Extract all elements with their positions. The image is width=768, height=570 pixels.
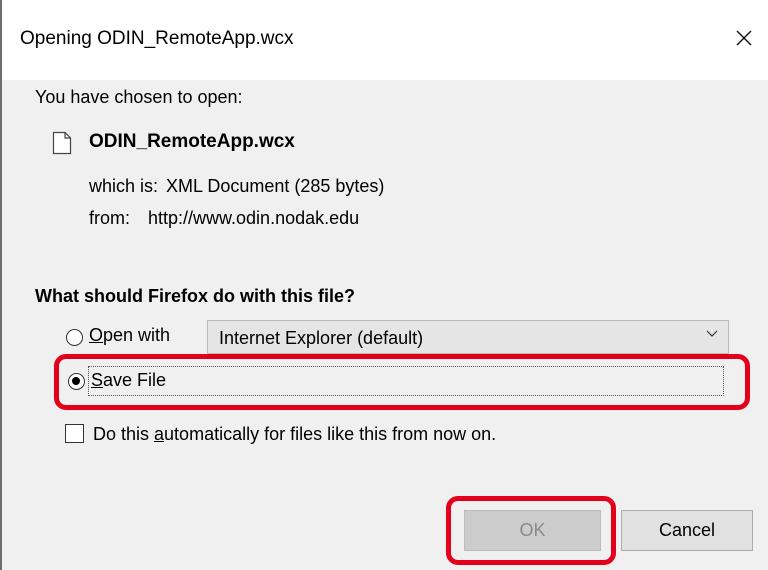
auto-checkbox[interactable] (65, 424, 84, 443)
download-dialog: Opening ODIN_RemoteApp.wcx You have chos… (0, 0, 768, 570)
auto-label-after: utomatically for files like this from no… (164, 424, 497, 444)
dialog-title: Opening ODIN_RemoteApp.wcx (20, 28, 294, 49)
save-file-radio[interactable] (68, 373, 85, 390)
auto-checkbox-label[interactable]: Do this automatically for files like thi… (93, 424, 496, 445)
open-with-label[interactable]: Open with (89, 325, 170, 346)
close-icon (736, 30, 752, 46)
action-question: What should Firefox do with this file? (35, 286, 355, 306)
save-file-label-text: ave File (103, 370, 167, 390)
file-source-url: http://www.odin.nodak.edu (148, 208, 360, 228)
open-with-radio[interactable] (66, 329, 83, 346)
intro-text: You have chosen to open: (35, 87, 243, 107)
save-file-option[interactable] (88, 366, 724, 396)
auto-accesskey: a (154, 424, 165, 444)
file-type-label: which is: (89, 176, 159, 196)
open-with-label-text: pen with (103, 325, 171, 345)
save-file-accesskey: S (91, 370, 104, 390)
auto-label-before: Do this (93, 424, 155, 444)
file-name: ODIN_RemoteApp.wcx (89, 131, 295, 152)
close-button[interactable] (726, 20, 762, 56)
title-bar: Opening ODIN_RemoteApp.wcx (0, 0, 768, 80)
file-source-label: from: (89, 208, 131, 228)
ok-button[interactable]: OK (464, 510, 601, 551)
window-left-edge (0, 0, 2, 570)
save-file-label[interactable]: Save File (91, 370, 166, 391)
open-with-accesskey: O (89, 325, 104, 345)
cancel-button[interactable]: Cancel (621, 510, 753, 551)
file-type-value: XML Document (285 bytes) (166, 176, 385, 196)
open-with-app-select[interactable]: Internet Explorer (default) (207, 320, 729, 354)
document-icon (52, 131, 72, 155)
open-with-app-value: Internet Explorer (default) (219, 328, 424, 348)
chevron-down-icon (706, 330, 718, 337)
